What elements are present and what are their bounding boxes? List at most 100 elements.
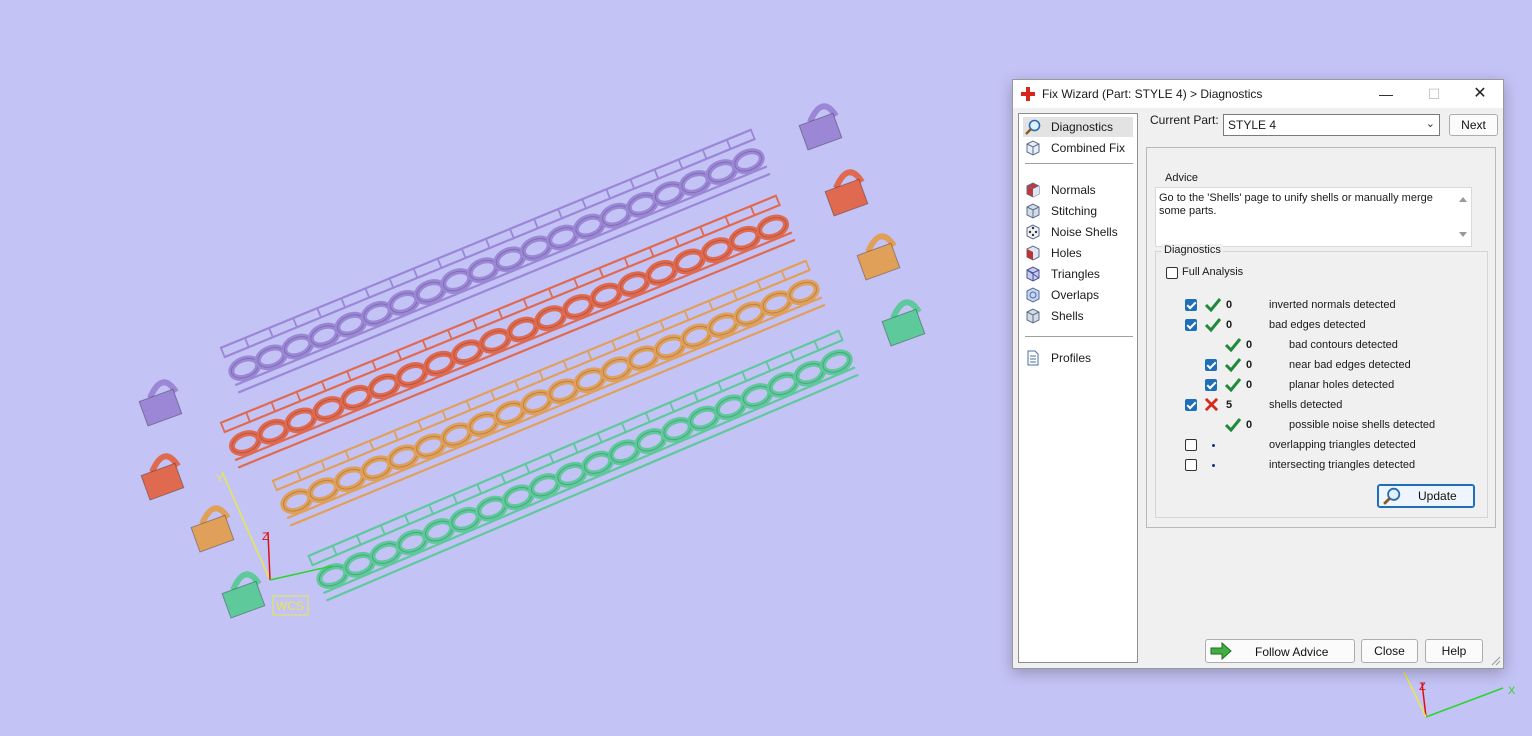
full-analysis-label: Full Analysis — [1182, 266, 1244, 278]
nav-label: Overlaps — [1051, 288, 1100, 302]
diagnostic-label: bad edges detected — [1269, 319, 1366, 331]
close-button[interactable]: Close — [1361, 639, 1418, 663]
axis-y-label: Y — [216, 473, 224, 485]
lock-model[interactable] — [138, 379, 183, 427]
diagnostic-row: 0 bad edges detected — [1156, 315, 1486, 335]
cube-icon — [1026, 140, 1040, 156]
diagnostic-row: 5 shells detected — [1156, 395, 1486, 415]
shells-cube-icon — [1026, 308, 1040, 324]
document-icon — [1027, 350, 1039, 366]
advice-box: Go to the 'Shells' page to unify shells … — [1155, 187, 1472, 247]
minimize-button[interactable]: — — [1363, 80, 1409, 108]
pending-dot-icon — [1212, 464, 1215, 467]
diagnostic-checkbox[interactable] — [1185, 439, 1197, 451]
advice-group: Advice Go to the 'Shells' page to unify … — [1155, 172, 1486, 247]
arrow-right-icon — [1210, 642, 1232, 660]
wcs-label: WCS — [276, 599, 304, 613]
advice-title: Advice — [1165, 172, 1199, 184]
update-button[interactable]: Update — [1377, 484, 1475, 508]
diagnostic-checkbox[interactable] — [1185, 459, 1197, 471]
diagnostic-row: 0 planar holes detected — [1156, 375, 1486, 395]
overlaps-cube-icon — [1026, 287, 1040, 303]
nav-label: Stitching — [1051, 204, 1098, 218]
diagnostic-count: 5 — [1226, 399, 1233, 411]
diagnostic-checkbox[interactable] — [1185, 399, 1197, 411]
wizard-nav: Diagnostics Combined Fix Normals Stitchi… — [1018, 113, 1138, 663]
follow-advice-button[interactable]: Follow Advice — [1205, 639, 1355, 663]
nav-item-overlaps[interactable]: Overlaps — [1023, 285, 1133, 305]
diagnostic-checkbox[interactable] — [1185, 319, 1197, 331]
triad-z-label: Z — [1419, 681, 1426, 693]
diagnostic-label: inverted normals detected — [1269, 299, 1396, 311]
lock-model[interactable] — [824, 169, 869, 217]
check-icon — [1204, 297, 1222, 316]
nav-label: Profiles — [1051, 351, 1092, 365]
diagnostic-count: 0 — [1226, 299, 1233, 311]
diagnostic-label: intersecting triangles detected — [1269, 459, 1416, 471]
current-part-select[interactable]: STYLE 4 ⌄ — [1223, 114, 1440, 136]
close-window-button[interactable]: ✕ — [1457, 80, 1503, 108]
diagnostic-row: 0 possible noise shells detected — [1156, 415, 1486, 435]
nav-label: Holes — [1051, 246, 1082, 260]
lock-model[interactable] — [190, 505, 235, 553]
nav-item-diagnostics[interactable]: Diagnostics — [1023, 117, 1133, 137]
resize-grip-icon[interactable] — [1491, 656, 1501, 666]
nav-item-triangles[interactable]: Triangles — [1023, 264, 1133, 284]
nav-label: Normals — [1051, 183, 1096, 197]
triad-x-label: X — [1508, 685, 1516, 697]
diagnostic-count: 0 — [1246, 379, 1253, 391]
nav-label: Noise Shells — [1051, 225, 1118, 239]
current-part-label: Current Part: — [1150, 113, 1219, 127]
follow-advice-label: Follow Advice — [1255, 645, 1329, 659]
chain-models[interactable] — [219, 128, 859, 602]
magnifier-icon — [1383, 487, 1401, 505]
check-icon — [1204, 317, 1222, 336]
help-button[interactable]: Help — [1425, 639, 1483, 663]
magnifier-icon — [1025, 119, 1041, 135]
maximize-button[interactable]: ☐ — [1411, 80, 1457, 108]
title-bar[interactable]: Fix Wizard (Part: STYLE 4) > Diagnostics… — [1013, 80, 1503, 108]
current-part-value: STYLE 4 — [1228, 118, 1277, 132]
diagnostic-checkbox[interactable] — [1205, 379, 1217, 391]
diagnostic-label: shells detected — [1269, 399, 1343, 411]
error-x-icon — [1204, 397, 1219, 415]
diagnostic-row: 0 inverted normals detected — [1156, 295, 1486, 315]
advice-text: Go to the 'Shells' page to unify shells … — [1159, 192, 1433, 217]
nav-item-profiles[interactable]: Profiles — [1023, 348, 1133, 368]
lock-model[interactable] — [140, 453, 185, 501]
diagnostic-checkbox[interactable] — [1185, 299, 1197, 311]
nav-item-holes[interactable]: Holes — [1023, 243, 1133, 263]
nav-item-noise-shells[interactable]: Noise Shells — [1023, 222, 1133, 242]
nav-label: Triangles — [1051, 267, 1100, 281]
nav-label: Shells — [1051, 309, 1084, 323]
diagnostics-panel: Advice Go to the 'Shells' page to unify … — [1146, 147, 1496, 528]
lock-model[interactable] — [881, 299, 926, 347]
nav-item-normals[interactable]: Normals — [1023, 180, 1133, 200]
diagnostic-label: overlapping triangles detected — [1269, 439, 1416, 451]
check-icon — [1224, 377, 1242, 396]
nav-label: Combined Fix — [1051, 141, 1126, 155]
nav-item-combined-fix[interactable]: Combined Fix — [1023, 138, 1133, 158]
diagnostics-title: Diagnostics — [1162, 244, 1223, 256]
diagnostic-row: overlapping triangles detected — [1156, 435, 1486, 455]
diagnostic-checkbox[interactable] — [1205, 359, 1217, 371]
nav-item-shells[interactable]: Shells — [1023, 306, 1133, 326]
next-button[interactable]: Next — [1449, 114, 1498, 136]
lock-model[interactable] — [856, 233, 901, 281]
nav-item-stitching[interactable]: Stitching — [1023, 201, 1133, 221]
axis-z-label: Z — [262, 531, 269, 543]
diagnostic-count: 0 — [1246, 419, 1253, 431]
diagnostic-row: 0 bad contours detected — [1156, 335, 1486, 355]
diagnostic-count: 0 — [1226, 319, 1233, 331]
diagnostic-label: possible noise shells detected — [1289, 419, 1436, 431]
pending-dot-icon — [1212, 444, 1215, 447]
diagnostic-label: bad contours detected — [1289, 339, 1398, 351]
nav-separator — [1025, 336, 1133, 337]
lock-model[interactable] — [221, 571, 266, 619]
full-analysis-checkbox[interactable] — [1166, 267, 1178, 279]
diagnostic-count: 0 — [1246, 339, 1253, 351]
diagnostics-group: Diagnostics Full Analysis 0 inverted norm… — [1155, 244, 1488, 518]
advice-scrollbar[interactable] — [1455, 188, 1471, 246]
diagnostic-count: 0 — [1246, 359, 1253, 371]
lock-model[interactable] — [798, 103, 843, 151]
